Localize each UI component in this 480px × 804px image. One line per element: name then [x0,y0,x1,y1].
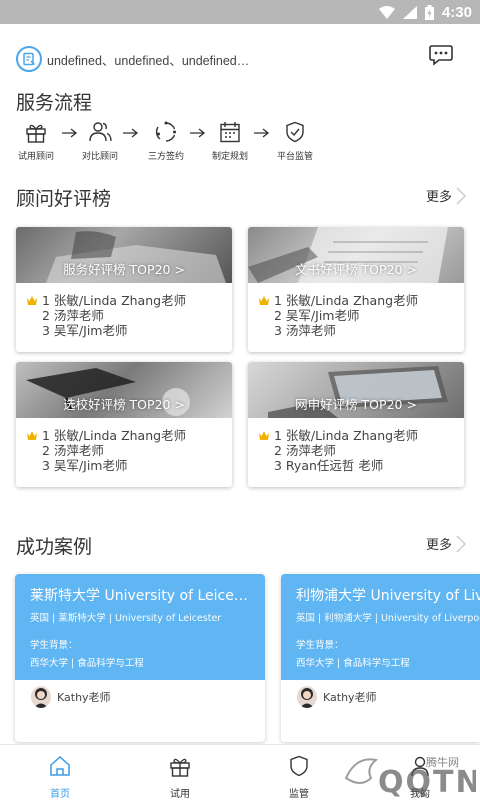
ranking-banner: 文书好评榜 TOP20 > [248,227,464,283]
watermark-sub: 腾牛网 [426,755,459,769]
cases-title: 成功案例 [16,536,93,558]
ranking-banner: 选校好评榜 TOP20 > [16,362,232,418]
case-teacher: Kathy老师 [57,691,111,704]
case-university: 莱斯特大学 University of Leicester [30,588,252,604]
wifi-icon [378,5,395,19]
case-card-header: 利物浦大学 University of Liverpool 英国 | 利物浦大学… [281,574,480,680]
cases-more-link[interactable]: 更多 [426,534,466,553]
crown-icon [26,430,38,441]
ranking-item[interactable]: 2 吴军/Jim老师 [258,308,464,323]
case-card-footer: Kathy老师 [281,680,480,708]
tab-trial[interactable]: 试用 [140,753,220,800]
flow-step-compare[interactable]: 对比顾问 [70,118,130,162]
ranking-item[interactable]: 3 Ryan任远哲 老师 [258,458,464,473]
top-bar: undefined、undefined、undefined、undefined [0,24,480,92]
more-label: 更多 [425,190,452,205]
case-subtitle: 英国 | 莱斯特大学 | University of Leicester [30,613,222,624]
gift-icon [6,118,66,146]
case-background-value: 西华大学 | 食品科学与工程 [30,658,144,669]
home-icon [20,753,100,779]
watermark-graphic: QQTN 腾牛网 [344,755,480,800]
ranking-item[interactable]: 1 张敏/Linda Zhang老师 [26,428,232,443]
flow-step-label: 制定规划 [211,152,248,162]
crown-icon [258,430,270,441]
service-flow-title: 服务流程 [16,92,93,114]
ranking-list: 1 张敏/Linda Zhang老师 2 汤萍老师 3 Ryan任远哲 老师 [248,418,464,473]
tab-home[interactable]: 首页 [20,753,100,800]
rankings-more-link[interactable]: 更多 [426,186,466,205]
cycle-icon [136,118,196,146]
case-card[interactable]: 利物浦大学 University of Liverpool 英国 | 利物浦大学… [281,574,480,742]
flow-step-plan[interactable]: 制定规划 [200,118,260,162]
watermark-text: QQTN [378,765,476,800]
tab-label: 首页 [50,789,70,800]
avatar [297,686,317,708]
tab-label: 试用 [170,789,190,800]
ranking-item[interactable]: 2 汤萍老师 [26,443,232,458]
battery-icon [424,4,434,20]
ranking-item[interactable]: 2 汤萍老师 [26,308,232,323]
ranking-item[interactable]: 3 吴军/Jim老师 [26,323,232,338]
ranking-card-writing[interactable]: 文书好评榜 TOP20 > 1 张敏/Linda Zhang老师 2 吴军/Ji… [248,227,464,352]
case-background-value: 西华大学 | 食品科学与工程 [296,658,410,669]
shield-icon [265,118,325,146]
ranking-list: 1 张敏/Linda Zhang老师 2 吴军/Jim老师 3 汤萍老师 [248,283,464,338]
flow-step-trial[interactable]: 试用顾问 [6,118,66,162]
calendar-icon [200,118,260,146]
ranking-card-service[interactable]: 服务好评榜 TOP20 > 1 张敏/Linda Zhang老师 2 汤萍老师 … [16,227,232,352]
chevron-right-icon [456,186,466,205]
ranking-item[interactable]: 2 汤萍老师 [258,443,464,458]
case-card-footer: Kathy老师 [15,680,265,708]
avatar [31,686,51,708]
flow-step-label: 平台监管 [276,152,313,162]
crown-icon [258,295,270,306]
users-icon [70,118,130,146]
rankings-title: 顾问好评榜 [16,188,112,210]
ranking-banner-label: 选校好评榜 TOP20 > [63,397,185,412]
case-card-header: 莱斯特大学 University of Leicester 英国 | 莱斯特大学… [15,574,265,680]
ranking-list: 1 张敏/Linda Zhang老师 2 汤萍老师 3 吴军/Jim老师 [16,283,232,338]
ranking-item[interactable]: 1 张敏/Linda Zhang老师 [258,293,464,308]
more-label: 更多 [425,538,452,553]
flow-step-label: 三方签约 [147,152,184,162]
app-logo-icon [16,46,42,72]
service-flow: 试用顾问 对比顾问 三方签约 制定规划 平台监管 [8,118,478,168]
case-card[interactable]: 莱斯特大学 University of Leicester 英国 | 莱斯特大学… [15,574,265,742]
topic-ticker[interactable]: undefined、undefined、undefined、undefined [47,50,252,69]
ranking-banner: 服务好评榜 TOP20 > [16,227,232,283]
case-university: 利物浦大学 University of Liverpool [296,588,480,604]
ranking-banner-label: 服务好评榜 TOP20 > [63,262,185,277]
ranking-banner: 网申好评榜 TOP20 > [248,362,464,418]
case-background-label: 学生背景： [296,640,344,651]
ranking-list: 1 张敏/Linda Zhang老师 2 汤萍老师 3 吴军/Jim老师 [16,418,232,473]
ranking-banner-label: 文书好评榜 TOP20 > [295,262,417,277]
case-background-label: 学生背景： [30,640,78,651]
flow-step-label: 试用顾问 [17,152,54,162]
status-bar: 4:30 [0,0,480,24]
ranking-item[interactable]: 3 吴军/Jim老师 [26,458,232,473]
flow-step-label: 对比顾问 [81,152,118,162]
flow-step-contract[interactable]: 三方签约 [136,118,196,162]
chat-bubble-icon[interactable] [428,42,454,68]
clock: 4:30 [441,3,472,21]
ranking-item[interactable]: 1 张敏/Linda Zhang老师 [258,428,464,443]
ranking-card-application[interactable]: 网申好评榜 TOP20 > 1 张敏/Linda Zhang老师 2 汤萍老师 … [248,362,464,487]
ranking-item[interactable]: 1 张敏/Linda Zhang老师 [26,293,232,308]
ranking-item[interactable]: 3 汤萍老师 [258,323,464,338]
chevron-right-icon [456,534,466,553]
ranking-banner-label: 网申好评榜 TOP20 > [295,397,417,412]
watermark-logo: QQTN 腾牛网 [276,748,480,800]
case-teacher: Kathy老师 [323,691,377,704]
case-subtitle: 英国 | 利物浦大学 | University of Liverpool [296,613,480,624]
flow-step-supervise[interactable]: 平台监管 [265,118,325,162]
signal-icon [402,5,417,19]
ranking-card-school[interactable]: 选校好评榜 TOP20 > 1 张敏/Linda Zhang老师 2 汤萍老师 … [16,362,232,487]
crown-icon [26,295,38,306]
gift-icon [140,753,220,779]
